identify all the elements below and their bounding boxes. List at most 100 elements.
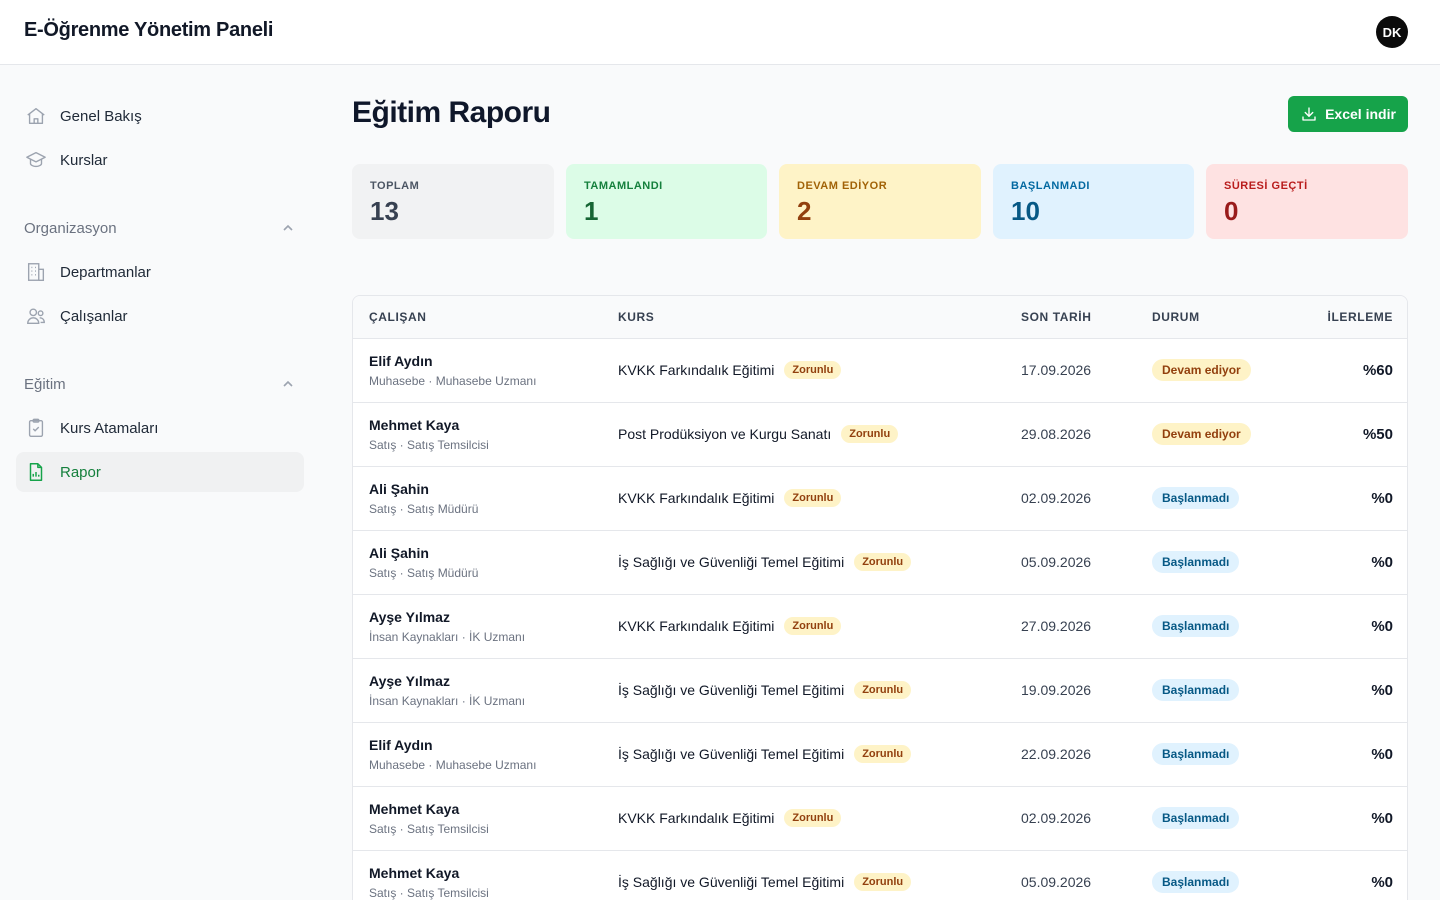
status-badge: Başlanmadı — [1152, 871, 1240, 893]
due-date: 22.09.2026 — [1021, 746, 1092, 762]
course-name: İş Sağlığı ve Güvenliği Temel Eğitimi — [618, 874, 845, 890]
stat-card-not-started: BAŞLANMADI 10 — [993, 164, 1194, 239]
employee-department-role: Satış · Satış Müdürü — [369, 502, 479, 516]
building-icon — [24, 260, 48, 284]
employee-department-role: Satış · Satış Temsilcisi — [369, 438, 489, 452]
course-cell: İş Sağlığı ve Güvenliği Temel Eğitimi Zor… — [618, 681, 912, 699]
stat-label: TOPLAM — [370, 180, 420, 192]
stat-label: TAMAMLANDI — [584, 180, 663, 192]
table-row[interactable]: Ali Şahin Satış · Satış Müdürü İş Sağlığı … — [353, 531, 1407, 595]
course-name: İş Sağlığı ve Güvenliği Temel Eğitimi — [618, 554, 845, 570]
status-badge: Başlanmadı — [1152, 807, 1240, 829]
employee-name: Ali Şahin — [369, 545, 429, 561]
file-chart-icon — [24, 460, 48, 484]
chevron-up-icon — [280, 376, 296, 392]
status-badge: Devam ediyor — [1152, 423, 1251, 445]
course-cell: KVKK Farkındalık Eğitimi Zorunlu — [618, 361, 842, 379]
progress-value: %60 — [1362, 362, 1393, 379]
column-header-status[interactable]: DURUM — [1152, 310, 1200, 324]
course-name: KVKK Farkındalık Eğitimi — [618, 490, 775, 506]
stat-label: SÜRESİ GEÇTİ — [1224, 180, 1308, 192]
table-row[interactable]: Elif Aydın Muhasebe · Muhasebe Uzmanı İş S… — [353, 723, 1407, 787]
table-row[interactable]: Mehmet Kaya Satış · Satış Temsilcisi Post … — [353, 403, 1407, 467]
sidebar-item-departments[interactable]: Departmanlar — [16, 252, 304, 292]
column-header-due-date[interactable]: SON TARİH — [1021, 310, 1092, 324]
sidebar: Genel Bakış Kurslar Organizasyon Departm… — [0, 65, 320, 900]
table-row[interactable]: Mehmet Kaya Satış · Satış Temsilcisi İş Sa… — [353, 851, 1407, 900]
sidebar-item-overview[interactable]: Genel Bakış — [16, 96, 304, 136]
section-organization[interactable]: Organizasyon — [24, 216, 296, 240]
required-badge: Zorunlu — [854, 681, 912, 699]
column-header-course[interactable]: KURS — [618, 310, 654, 324]
course-cell: KVKK Farkındalık Eğitimi Zorunlu — [618, 489, 842, 507]
report-table: ÇALIŞAN KURS SON TARİH DURUM İLERLEME El… — [352, 295, 1408, 900]
employee-department-role: İnsan Kaynakları · İK Uzmanı — [369, 694, 526, 708]
page-title: Eğitim Raporu — [352, 96, 551, 129]
employee-name: Ali Şahin — [369, 481, 429, 497]
clipboard-check-icon — [24, 416, 48, 440]
stat-label: BAŞLANMADI — [1011, 180, 1090, 192]
course-cell: KVKK Farkındalık Eğitimi Zorunlu — [618, 617, 842, 635]
progress-value: %0 — [1371, 490, 1393, 507]
progress-value: %0 — [1371, 746, 1393, 763]
table-row[interactable]: Mehmet Kaya Satış · Satış Temsilcisi KVKK … — [353, 787, 1407, 851]
users-icon — [24, 304, 48, 328]
stat-value: 2 — [797, 196, 812, 226]
employee-department-role: Satış · Satış Temsilcisi — [369, 822, 489, 836]
due-date: 17.09.2026 — [1021, 362, 1092, 378]
course-name: KVKK Farkındalık Eğitimi — [618, 810, 775, 826]
sidebar-item-course-assignments[interactable]: Kurs Atamaları — [16, 408, 304, 448]
due-date: 02.09.2026 — [1021, 810, 1092, 826]
employee-name: Elif Aydın — [369, 737, 433, 753]
course-name: İş Sağlığı ve Güvenliği Temel Eğitimi — [618, 746, 845, 762]
table-row[interactable]: Ayşe Yılmaz İnsan Kaynakları · İK Uzmanı İ… — [353, 659, 1407, 723]
sidebar-item-label: Çalışanlar — [60, 307, 128, 325]
status-badge: Başlanmadı — [1152, 487, 1240, 509]
sidebar-item-employees[interactable]: Çalışanlar — [16, 296, 304, 336]
home-icon — [24, 104, 48, 128]
due-date: 27.09.2026 — [1021, 618, 1092, 634]
table-row[interactable]: Ali Şahin Satış · Satış Müdürü KVKK Farkın… — [353, 467, 1407, 531]
employee-name: Ayşe Yılmaz — [369, 673, 450, 689]
course-cell: KVKK Farkındalık Eğitimi Zorunlu — [618, 809, 842, 827]
required-badge: Zorunlu — [854, 873, 912, 891]
employee-name: Mehmet Kaya — [369, 865, 460, 881]
status-badge: Başlanmadı — [1152, 615, 1240, 637]
employee-name: Mehmet Kaya — [369, 417, 460, 433]
table-row[interactable]: Ayşe Yılmaz İnsan Kaynakları · İK Uzmanı K… — [353, 595, 1407, 659]
sidebar-item-label: Departmanlar — [60, 263, 151, 281]
excel-download-button[interactable]: Excel indir — [1288, 96, 1408, 132]
employee-name: Mehmet Kaya — [369, 801, 460, 817]
progress-value: %0 — [1371, 874, 1393, 891]
sidebar-item-report[interactable]: Rapor — [16, 452, 304, 492]
column-header-progress[interactable]: İLERLEME — [1328, 310, 1393, 324]
stat-card-expired: SÜRESİ GEÇTİ 0 — [1206, 164, 1408, 239]
stat-value: 13 — [370, 196, 399, 226]
due-date: 02.09.2026 — [1021, 490, 1092, 506]
stat-value: 1 — [584, 196, 599, 226]
employee-department-role: Satış · Satış Temsilcisi — [369, 886, 489, 900]
employee-department-role: Muhasebe · Muhasebe Uzmanı — [369, 758, 537, 772]
section-label: Eğitim — [24, 375, 66, 393]
stat-value: 0 — [1224, 196, 1239, 226]
column-header-employee[interactable]: ÇALIŞAN — [369, 310, 427, 324]
table-header: ÇALIŞAN KURS SON TARİH DURUM İLERLEME — [353, 296, 1407, 339]
table-row[interactable]: Elif Aydın Muhasebe · Muhasebe Uzmanı KVKK… — [353, 339, 1407, 403]
sidebar-item-courses[interactable]: Kurslar — [16, 140, 304, 180]
sidebar-item-label: Rapor — [60, 463, 101, 481]
employee-name: Elif Aydın — [369, 353, 433, 369]
due-date: 05.09.2026 — [1021, 874, 1092, 890]
stat-card-in-progress: DEVAM EDİYOR 2 — [779, 164, 981, 239]
sidebar-item-label: Kurslar — [60, 151, 108, 169]
excel-download-label: Excel indir — [1325, 106, 1396, 122]
course-cell: İş Sağlığı ve Güvenliği Temel Eğitimi Zor… — [618, 873, 912, 891]
status-badge: Başlanmadı — [1152, 551, 1240, 573]
progress-value: %0 — [1371, 682, 1393, 699]
section-education[interactable]: Eğitim — [24, 372, 296, 396]
user-avatar[interactable]: DK — [1376, 16, 1408, 48]
progress-value: %0 — [1371, 554, 1393, 571]
stat-card-completed: TAMAMLANDI 1 — [566, 164, 767, 239]
status-badge: Başlanmadı — [1152, 743, 1240, 765]
progress-value: %50 — [1362, 426, 1393, 443]
course-name: KVKK Farkındalık Eğitimi — [618, 362, 775, 378]
